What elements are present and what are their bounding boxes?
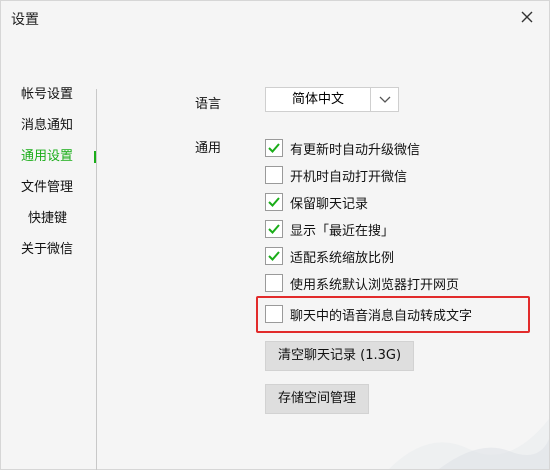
option-label: 适配系统缩放比例: [290, 250, 395, 266]
watermark-decoration: [389, 419, 549, 469]
sidebar-item-label: 消息通知: [21, 118, 74, 133]
sidebar-item-label: 快捷键: [28, 211, 68, 226]
option-auto-start[interactable]: 开机时自动打开微信: [265, 165, 407, 185]
option-voice-to-text[interactable]: 聊天中的语音消息自动转成文字: [265, 304, 472, 324]
sidebar: 帐号设置 消息通知 通用设置 文件管理 快捷键 关于微信: [1, 83, 97, 269]
sidebar-item-label: 关于微信: [21, 242, 74, 257]
settings-window: 设置 帐号设置 消息通知 通用设置 文件管理 快捷键 关于微信 语言 简体中文: [0, 0, 550, 470]
sidebar-item-account[interactable]: 帐号设置: [1, 83, 97, 114]
option-label: 使用系统默认浏览器打开网页: [290, 277, 460, 293]
option-keep-history[interactable]: 保留聊天记录: [265, 192, 368, 212]
checkbox-checked[interactable]: [265, 220, 283, 238]
close-icon[interactable]: [517, 7, 537, 27]
language-selected-value: 简体中文: [291, 92, 344, 107]
option-system-scaling[interactable]: 适配系统缩放比例: [265, 246, 394, 266]
option-show-recent-search[interactable]: 显示「最近在搜」: [265, 219, 394, 239]
sidebar-divider: [96, 89, 97, 470]
sidebar-item-label: 通用设置: [21, 149, 74, 164]
checkbox-checked[interactable]: [265, 139, 283, 157]
window-title: 设置: [11, 12, 39, 28]
language-label: 语言: [195, 97, 222, 112]
checkbox-unchecked[interactable]: [265, 166, 283, 184]
sidebar-item-files[interactable]: 文件管理: [1, 176, 97, 207]
sidebar-item-shortcuts[interactable]: 快捷键: [1, 207, 97, 238]
storage-manage-button[interactable]: 存储空间管理: [265, 384, 370, 414]
option-label: 开机时自动打开微信: [290, 169, 408, 185]
option-label: 有更新时自动升级微信: [290, 142, 421, 158]
sidebar-item-about[interactable]: 关于微信: [1, 238, 97, 269]
checkbox-checked[interactable]: [265, 247, 283, 265]
general-label: 通用: [195, 141, 222, 156]
option-label: 保留聊天记录: [290, 196, 369, 212]
chevron-down-icon[interactable]: [370, 88, 398, 111]
option-label: 显示「最近在搜」: [290, 223, 395, 239]
clear-history-button[interactable]: 清空聊天记录 (1.3G): [265, 341, 415, 371]
sidebar-item-label: 文件管理: [21, 180, 74, 195]
checkbox-unchecked[interactable]: [265, 305, 283, 323]
option-label: 聊天中的语音消息自动转成文字: [290, 308, 473, 324]
option-default-browser[interactable]: 使用系统默认浏览器打开网页: [265, 273, 459, 293]
language-select[interactable]: 简体中文: [265, 87, 399, 112]
option-auto-update[interactable]: 有更新时自动升级微信: [265, 138, 420, 158]
checkbox-unchecked[interactable]: [265, 274, 283, 292]
sidebar-item-general[interactable]: 通用设置: [1, 145, 97, 176]
sidebar-item-notifications[interactable]: 消息通知: [1, 114, 97, 145]
sidebar-item-label: 帐号设置: [21, 87, 74, 102]
checkbox-checked[interactable]: [265, 193, 283, 211]
